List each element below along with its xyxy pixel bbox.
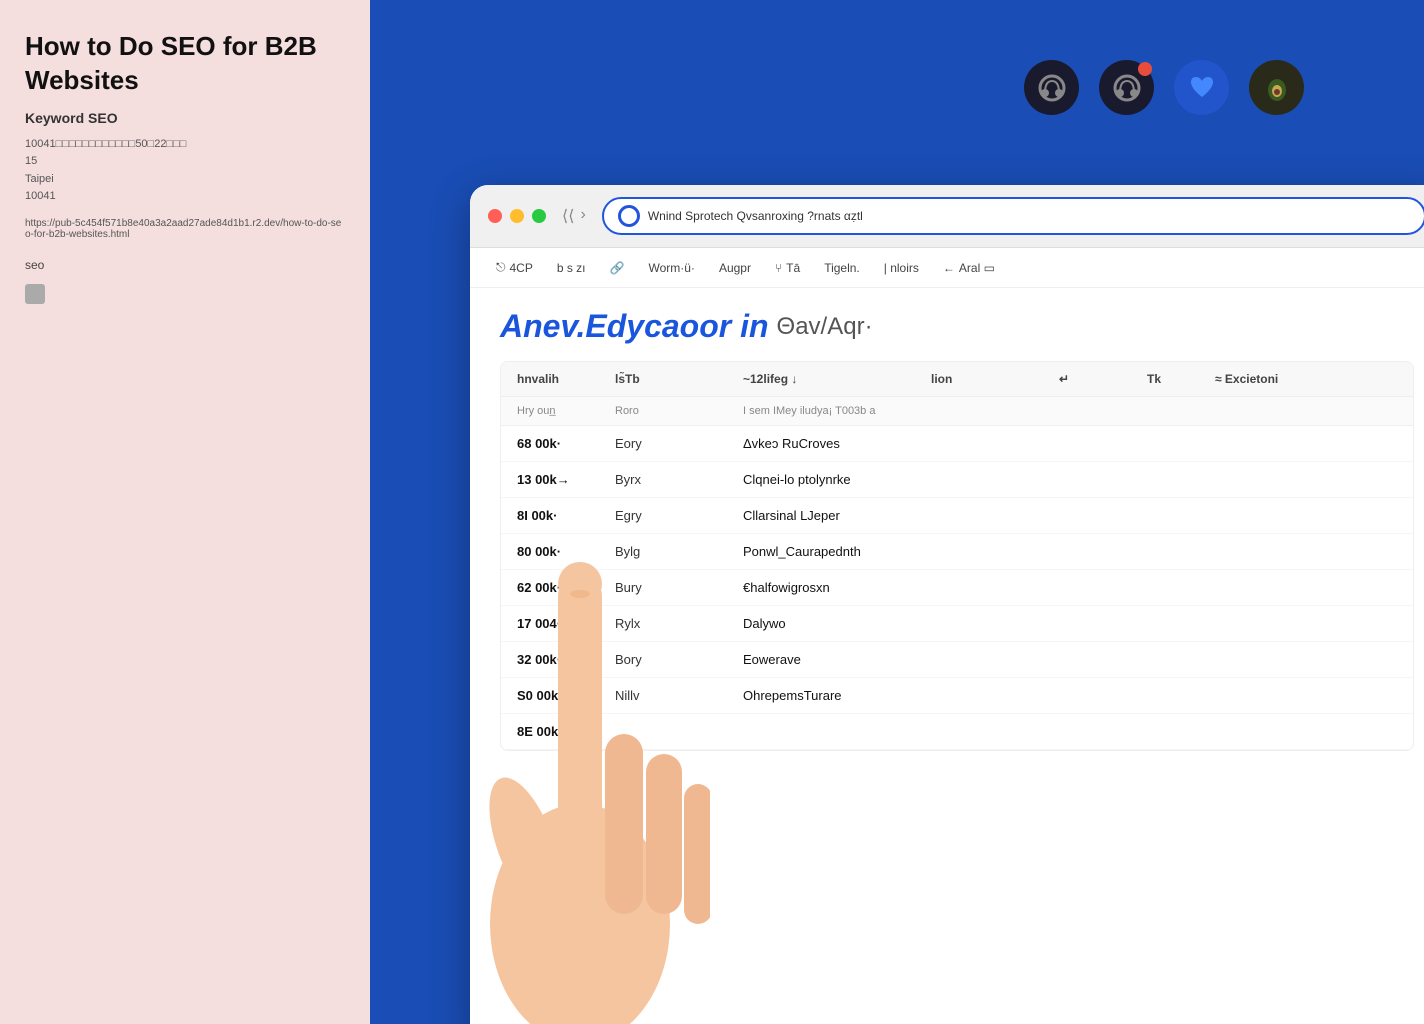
traffic-lights: [488, 209, 546, 223]
meta-line3: Taipei: [25, 173, 54, 185]
tab-item-worm[interactable]: Worm·ü·: [640, 257, 702, 279]
close-button[interactable]: [488, 209, 502, 223]
avocado-icon: [1262, 73, 1292, 103]
meta-line1: 10041□□□□□□□□□□□□50□22□□□: [25, 138, 186, 150]
content-title: Anev.Edycaoor in: [500, 308, 769, 345]
col-header-1: ls̃Tb: [615, 372, 735, 386]
page-title: How to Do SEO for B2B Websites: [25, 30, 345, 98]
sh-0: Hry oun̲: [517, 405, 607, 417]
sidebar-url[interactable]: https://pub-5c454f571b8e40a3a2aad27ade84…: [25, 218, 345, 240]
page-header: Anev.Edycaoor in Θav/Aqr·: [500, 308, 1414, 345]
tab-arrow-icon: ←: [943, 261, 955, 275]
col-header-2: ~12lifeg ↓: [743, 372, 923, 386]
sidebar-icon: [25, 284, 45, 304]
tab-icon-0: ⎋: [496, 260, 506, 275]
tab-label-aral: Aral ▭: [959, 261, 995, 275]
col-header-3: lion: [931, 372, 1051, 386]
tab-item-nloirs[interactable]: | nloirs: [876, 257, 927, 279]
cell-keyword: Eowerave: [743, 652, 923, 667]
sidebar-meta: 10041□□□□□□□□□□□□50□22□□□ 15 Taipei 1004…: [25, 136, 345, 206]
meta-line2: 15: [25, 155, 37, 167]
icon-circle-4: [1249, 60, 1304, 115]
sidebar-subtitle: Keyword SEO: [25, 110, 345, 126]
tab-item-2[interactable]: 🔗: [602, 257, 633, 279]
meta-line4: 10041: [25, 190, 56, 202]
tab-item-tigeln[interactable]: Tigeln.: [816, 257, 868, 279]
back-icon[interactable]: ⟨⟨: [562, 206, 574, 226]
main-area: ⟨⟨ › Wnind Sprotech Qvsanroxing ?rnats α…: [370, 0, 1424, 1024]
table-header: hnvalih ls̃Tb ~12lifeg ↓ lion ↵ Tk ≈ Exc…: [501, 362, 1413, 397]
table-subheader: Hry oun̲ Roro I sem IMey iludya¡ T003b a: [501, 397, 1413, 426]
cell-keyword: OhrepemsTurare: [743, 688, 923, 703]
icon-circle-1: [1024, 60, 1079, 115]
sh-1: Roro: [615, 405, 735, 417]
sh-2: I sem IMey iludya¡ T003b a: [743, 405, 1139, 417]
title-in: in: [740, 308, 768, 344]
tab-item-aral[interactable]: ← Aral ▭: [935, 257, 1003, 279]
headphone-icon-2: [1112, 73, 1142, 103]
forward-icon[interactable]: ›: [580, 206, 585, 226]
tab-label-0: 4CP: [510, 261, 533, 275]
cell-keyword: €halfowigrosxn: [743, 580, 923, 595]
address-bar[interactable]: Wnind Sprotech Qvsanroxing ?rnats αẓtl: [602, 197, 1424, 235]
browser-chrome: ⟨⟨ › Wnind Sprotech Qvsanroxing ?rnats α…: [470, 185, 1424, 248]
cell-keyword: Dalywo: [743, 616, 923, 631]
tab-label-ta: Tā: [786, 261, 800, 275]
hand-overlay: [450, 424, 710, 1024]
col-header-6: ≈ Excietoni: [1215, 372, 1335, 386]
header-suffix: Θav/Aqr·: [777, 313, 873, 341]
sidebar: How to Do SEO for B2B Websites Keyword S…: [0, 0, 370, 1024]
tab-item-0[interactable]: ⎋ 4CP: [488, 256, 541, 279]
col-header-5: Tk: [1147, 372, 1207, 386]
col-header-0: hnvalih: [517, 372, 607, 386]
cell-keyword: Clqnei-lo ptolynrke: [743, 472, 923, 487]
top-icons-bar: [1024, 60, 1304, 115]
col-header-4: ↵: [1059, 372, 1139, 386]
address-text: Wnind Sprotech Qvsanroxing ?rnats αẓtl: [648, 209, 1410, 223]
tab-item-ta[interactable]: ⑂ Tā: [767, 257, 808, 279]
cell-keyword: Ponwl_Caurapednth: [743, 544, 923, 559]
title-part1: Anev.: [500, 308, 585, 344]
browser-tabs-bar: ⎋ 4CP b s zı 🔗 Worm·ü· Augpr ⑂ Tā Tigeln…: [470, 248, 1424, 288]
pointing-hand-svg: [450, 424, 710, 1024]
tab-fork-icon: ⑂: [775, 261, 782, 275]
minimize-button[interactable]: [510, 209, 524, 223]
tab-item-1[interactable]: b s zı: [549, 257, 594, 279]
tab-item-augpr[interactable]: Augpr: [711, 257, 759, 279]
headphone-icon: [1037, 73, 1067, 103]
icon-circle-3: [1174, 60, 1229, 115]
title-italic: Edycaoor: [585, 308, 731, 344]
cell-keyword: Cllarsinal LJeper: [743, 508, 923, 523]
heart-icon: [1187, 73, 1217, 103]
maximize-button[interactable]: [532, 209, 546, 223]
nav-arrows: ⟨⟨ ›: [562, 206, 586, 226]
icon-circle-2: [1099, 60, 1154, 115]
sidebar-tag: seo: [25, 258, 345, 272]
address-circle-icon: [618, 205, 640, 227]
cell-keyword: Δvkeɔ RuCroves: [743, 436, 923, 451]
